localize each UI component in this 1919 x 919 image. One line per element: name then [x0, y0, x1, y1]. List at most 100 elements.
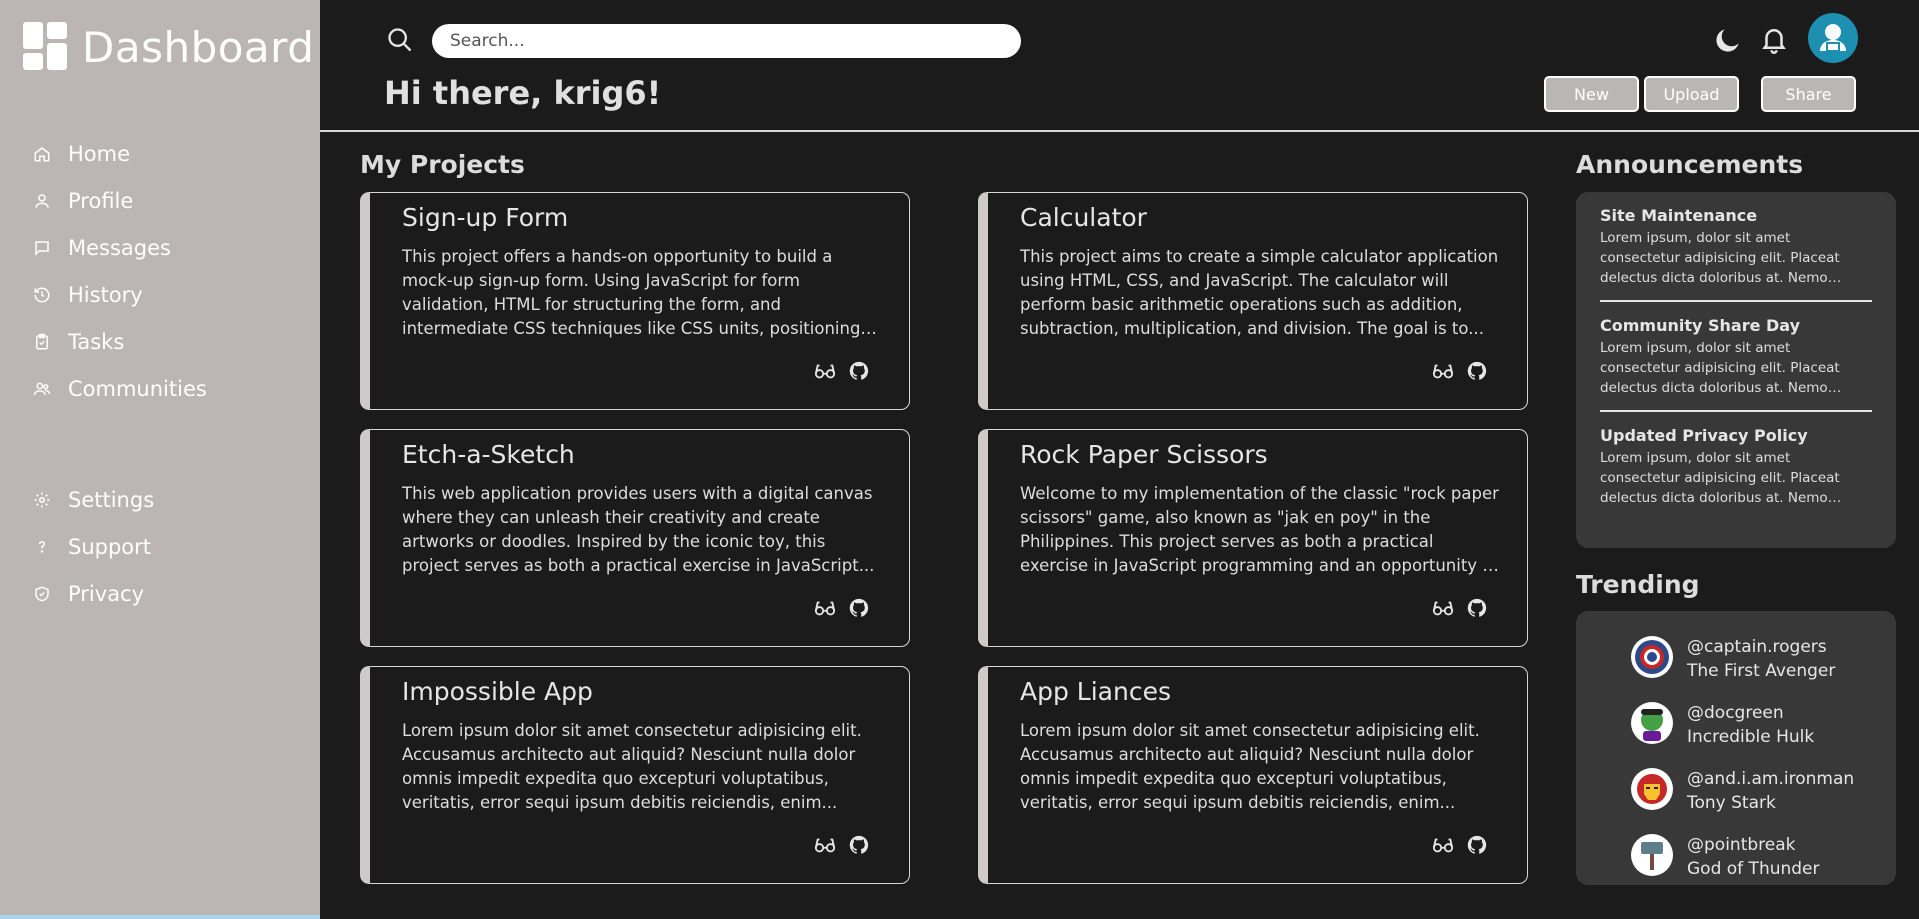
sidebar-item-communities[interactable]: Communities: [0, 365, 320, 412]
project-actions: [813, 596, 871, 620]
project-card: Etch-a-Sketch This web application provi…: [360, 429, 910, 647]
trending-item[interactable]: @captain.rogers The First Avenger: [1576, 623, 1896, 689]
project-card: Sign-up Form This project offers a hands…: [360, 192, 910, 410]
hulk-avatar: [1631, 702, 1673, 744]
project-title: Etch-a-Sketch: [402, 440, 575, 469]
gear-icon: [32, 490, 52, 510]
sidebar-item-label: Messages: [68, 235, 171, 260]
sidebar-item-profile[interactable]: Profile: [0, 177, 320, 224]
announcement-body: Lorem ipsum, dolor sit amet consectetur …: [1600, 340, 1840, 396]
announcements-title: Announcements: [1576, 150, 1804, 179]
question-icon: [32, 537, 52, 557]
sidebar-item-label: Profile: [68, 188, 134, 213]
home-icon: [32, 144, 52, 164]
project-card: Impossible App Lorem ipsum dolor sit ame…: [360, 666, 910, 884]
github-icon[interactable]: [847, 359, 871, 383]
project-actions: [813, 833, 871, 857]
ironman-avatar: [1631, 768, 1673, 810]
sidebar-item-label: Home: [68, 141, 131, 166]
project-description: Lorem ipsum dolor sit amet consectetur a…: [1020, 721, 1480, 812]
project-card: Calculator This project aims to create a…: [978, 192, 1528, 410]
announcement-item[interactable]: Updated Privacy Policy Lorem ipsum, dolo…: [1600, 426, 1872, 520]
announcement-item[interactable]: Community Share Day Lorem ipsum, dolor s…: [1600, 316, 1872, 412]
projects-title: My Projects: [360, 150, 525, 179]
project-description: Lorem ipsum dolor sit amet consectetur a…: [402, 721, 862, 812]
sidebar-item-label: History: [68, 282, 143, 307]
glasses-icon[interactable]: [1431, 833, 1455, 857]
sidebar-item-home[interactable]: Home: [0, 130, 320, 177]
sidebar-bottom-strip: [0, 915, 320, 919]
announcement-title: Community Share Day: [1600, 316, 1801, 335]
trending-item[interactable]: @pointbreak God of Thunder: [1576, 821, 1896, 887]
trending-handle: @docgreen: [1687, 703, 1784, 723]
greeting: Hi there, krig6!: [384, 74, 662, 112]
project-title: Calculator: [1020, 203, 1147, 232]
clipboard-check-icon: [32, 332, 52, 352]
glasses-icon[interactable]: [1431, 596, 1455, 620]
sidebar-item-support[interactable]: Support: [0, 523, 320, 570]
github-icon[interactable]: [847, 833, 871, 857]
project-title: Rock Paper Scissors: [1020, 440, 1268, 469]
sidebar-item-privacy[interactable]: Privacy: [0, 570, 320, 617]
users-icon: [32, 379, 52, 399]
trending-name: Tony Stark: [1687, 793, 1776, 813]
trending-item[interactable]: @and.i.am.ironman Tony Stark: [1576, 755, 1896, 821]
new-button[interactable]: New: [1544, 76, 1639, 112]
glasses-icon[interactable]: [813, 359, 837, 383]
announcement-title: Updated Privacy Policy: [1600, 426, 1808, 445]
project-actions: [1431, 833, 1489, 857]
trending-name: Incredible Hulk: [1687, 727, 1815, 747]
sidebar-item-tasks[interactable]: Tasks: [0, 318, 320, 365]
project-description: Welcome to my implementation of the clas…: [1020, 484, 1499, 575]
project-actions: [1431, 596, 1489, 620]
sidebar-item-label: Support: [68, 534, 152, 559]
trending-title: Trending: [1576, 570, 1700, 599]
sidebar-primary-nav: Home Profile Messages History Tasks Comm…: [0, 130, 320, 412]
sidebar-item-messages[interactable]: Messages: [0, 224, 320, 271]
sidebar-item-settings[interactable]: Settings: [0, 476, 320, 523]
project-description: This project aims to create a simple cal…: [1020, 247, 1499, 338]
project-actions: [1431, 359, 1489, 383]
sidebar-secondary-nav: Settings Support Privacy: [0, 476, 320, 617]
project-actions: [813, 359, 871, 383]
brand[interactable]: Dashboard: [22, 20, 314, 74]
github-icon[interactable]: [847, 596, 871, 620]
sidebar-item-label: Tasks: [68, 329, 125, 354]
user-avatar[interactable]: [1808, 13, 1858, 63]
glasses-icon[interactable]: [813, 833, 837, 857]
github-icon[interactable]: [1465, 359, 1489, 383]
message-icon: [32, 238, 52, 258]
sidebar-item-label: Privacy: [68, 581, 145, 606]
announcement-item[interactable]: Site Maintenance Lorem ipsum, dolor sit …: [1600, 206, 1872, 302]
project-title: Impossible App: [402, 677, 593, 706]
announcement-body: Lorem ipsum, dolor sit amet consectetur …: [1600, 230, 1840, 286]
sidebar-item-history[interactable]: History: [0, 271, 320, 318]
trending-handle: @pointbreak: [1687, 835, 1796, 855]
project-card: App Liances Lorem ipsum dolor sit amet c…: [978, 666, 1528, 884]
trending-panel: @captain.rogers The First Avenger @docgr…: [1576, 611, 1896, 885]
bell-icon[interactable]: [1759, 24, 1791, 56]
upload-button[interactable]: Upload: [1644, 76, 1739, 112]
announcement-title: Site Maintenance: [1600, 206, 1758, 225]
share-button[interactable]: Share: [1761, 76, 1856, 112]
project-title: App Liances: [1020, 677, 1171, 706]
glasses-icon[interactable]: [1431, 359, 1455, 383]
trending-handle: @captain.rogers: [1687, 637, 1827, 657]
trending-handle: @and.i.am.ironman: [1687, 769, 1855, 789]
github-icon[interactable]: [1465, 833, 1489, 857]
project-description: This web application provides users with…: [402, 484, 875, 575]
shield-icon: [32, 584, 52, 604]
sidebar: Dashboard Home Profile Messages History: [0, 0, 320, 919]
project-title: Sign-up Form: [402, 203, 569, 232]
github-icon[interactable]: [1465, 596, 1489, 620]
brand-title: Dashboard: [82, 22, 315, 72]
dark-mode-moon-icon[interactable]: [1712, 24, 1744, 56]
announcement-body: Lorem ipsum, dolor sit amet consectetur …: [1600, 450, 1840, 506]
search-icon[interactable]: [386, 26, 414, 54]
trending-name: God of Thunder: [1687, 859, 1820, 879]
sidebar-item-label: Communities: [68, 376, 207, 401]
glasses-icon[interactable]: [813, 596, 837, 620]
trending-item[interactable]: @docgreen Incredible Hulk: [1576, 689, 1896, 755]
search-input[interactable]: [432, 24, 1021, 58]
header: Hi there, krig6! New Upload Share: [320, 0, 1919, 132]
